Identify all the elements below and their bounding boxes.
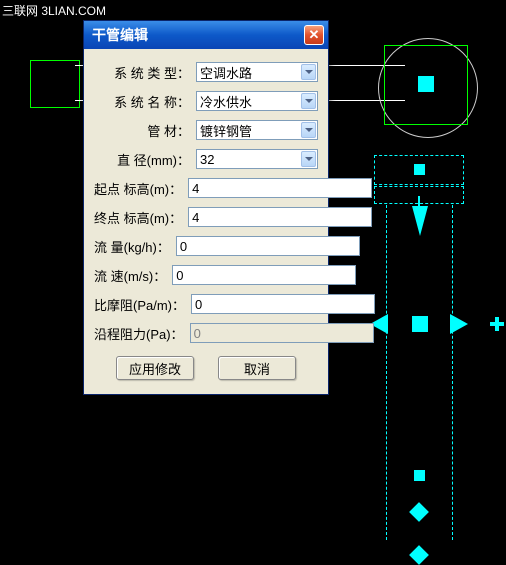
cad-arrow-down-icon <box>412 206 428 236</box>
cad-stretch-right-icon[interactable] <box>450 314 468 334</box>
label-velocity: 流 速(m/s)： <box>94 266 172 285</box>
cad-shape <box>30 60 80 108</box>
chevron-down-icon <box>301 122 316 138</box>
select-material[interactable]: 镀锌钢管 <box>196 120 318 140</box>
cad-plus-icon[interactable] <box>495 317 499 331</box>
row-system-name: 系 统 名 称： 冷水供水 <box>94 90 318 112</box>
label-diameter: 直 径(mm)： <box>94 150 196 169</box>
cad-grip[interactable] <box>414 470 425 481</box>
row-diameter: 直 径(mm)： 32 <box>94 148 318 170</box>
cad-grip-diamond[interactable] <box>409 545 429 565</box>
label-friction: 比摩阻(Pa/m)： <box>94 295 191 314</box>
dialog-titlebar[interactable]: 干管编辑 ✕ <box>84 21 328 49</box>
label-system-type: 系 统 类 型： <box>94 63 196 82</box>
dialog-body: 系 统 类 型： 空调水路 系 统 名 称： 冷水供水 管 材： 镀锌钢管 直 … <box>84 49 328 394</box>
input-along-loss <box>190 323 374 343</box>
row-material: 管 材： 镀锌钢管 <box>94 119 318 141</box>
button-row: 应用修改 取消 <box>94 356 318 380</box>
select-system-type[interactable]: 空调水路 <box>196 62 318 82</box>
dialog-title: 干管编辑 <box>92 25 304 45</box>
cad-arrow-stem <box>418 196 420 206</box>
row-along-loss: 沿程阻力(Pa)： <box>94 322 318 344</box>
cad-grip[interactable] <box>418 76 434 92</box>
cad-pipe-line <box>452 205 453 540</box>
label-material: 管 材： <box>94 121 196 140</box>
input-end-elev[interactable] <box>188 207 372 227</box>
close-icon: ✕ <box>309 27 320 43</box>
label-end-elev: 终点 标高(m)： <box>94 208 188 227</box>
label-flow: 流 量(kg/h)： <box>94 237 176 256</box>
cad-grip[interactable] <box>412 316 428 332</box>
label-start-elev: 起点 标高(m)： <box>94 179 188 198</box>
input-velocity[interactable] <box>172 265 356 285</box>
row-end-elev: 终点 标高(m)： <box>94 206 318 228</box>
input-flow[interactable] <box>176 236 360 256</box>
close-button[interactable]: ✕ <box>304 25 324 45</box>
select-value: 冷水供水 <box>200 92 252 111</box>
row-velocity: 流 速(m/s)： <box>94 264 318 286</box>
row-friction: 比摩阻(Pa/m)： <box>94 293 318 315</box>
chevron-down-icon <box>301 64 316 80</box>
label-along-loss: 沿程阻力(Pa)： <box>94 324 190 343</box>
label-system-name: 系 统 名 称： <box>94 92 196 111</box>
row-flow: 流 量(kg/h)： <box>94 235 318 257</box>
select-value: 镀锌钢管 <box>200 121 252 140</box>
input-start-elev[interactable] <box>188 178 372 198</box>
row-start-elev: 起点 标高(m)： <box>94 177 318 199</box>
select-value: 空调水路 <box>200 63 252 82</box>
cad-pipe-line <box>386 205 387 540</box>
watermark-text: 三联网 3LIAN.COM <box>2 2 106 19</box>
chevron-down-icon <box>301 151 316 167</box>
select-diameter[interactable]: 32 <box>196 149 318 169</box>
pipe-edit-dialog: 干管编辑 ✕ 系 统 类 型： 空调水路 系 统 名 称： 冷水供水 管 材： … <box>83 20 329 395</box>
input-friction[interactable] <box>191 294 375 314</box>
apply-button[interactable]: 应用修改 <box>116 356 194 380</box>
cad-grip[interactable] <box>414 164 425 175</box>
select-system-name[interactable]: 冷水供水 <box>196 91 318 111</box>
row-system-type: 系 统 类 型： 空调水路 <box>94 61 318 83</box>
chevron-down-icon <box>301 93 316 109</box>
cad-grip-diamond[interactable] <box>409 502 429 522</box>
select-value: 32 <box>200 152 214 167</box>
cancel-button[interactable]: 取消 <box>218 356 296 380</box>
